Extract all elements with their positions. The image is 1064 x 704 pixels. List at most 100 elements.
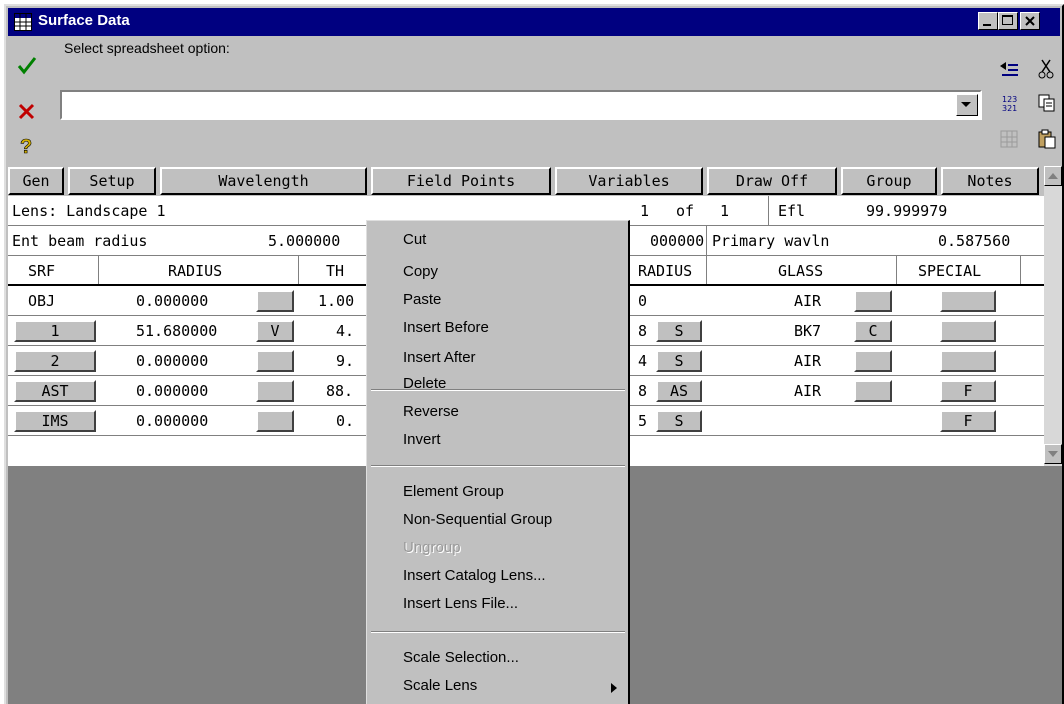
efl-value: 99.999979: [866, 202, 948, 220]
semi-diameter-value[interactable]: 8: [638, 382, 647, 400]
indent-icon[interactable]: [998, 58, 1020, 80]
copy-icon[interactable]: [1036, 92, 1058, 114]
tab-draw-off[interactable]: Draw Off: [707, 167, 837, 195]
sort-icon[interactable]: 123321: [998, 92, 1020, 114]
spreadsheet-option-combo[interactable]: [60, 90, 982, 120]
special-button[interactable]: [940, 350, 996, 372]
grid-disabled-icon: [1000, 130, 1018, 148]
menu-item-scale-selection[interactable]: Scale Selection...: [403, 649, 519, 666]
info-divider: [706, 226, 707, 255]
glass-solve-button[interactable]: C: [854, 320, 892, 342]
menu-item-insert-before[interactable]: Insert Before: [403, 319, 489, 336]
menu-item-insert-lens-file[interactable]: Insert Lens File...: [403, 595, 518, 612]
tab-wavelength[interactable]: Wavelength: [160, 167, 367, 195]
paste-icon[interactable]: [1036, 128, 1058, 150]
menu-item-scale-lens[interactable]: Scale Lens: [403, 677, 477, 694]
surface-button[interactable]: AST: [14, 380, 96, 402]
thickness-value[interactable]: 0.: [336, 412, 354, 430]
svg-text:123: 123: [1002, 95, 1017, 104]
tab-gen[interactable]: Gen: [8, 167, 64, 195]
semi-diameter-solve-button[interactable]: S: [656, 350, 702, 372]
special-button[interactable]: [940, 290, 996, 312]
menu-item-reverse[interactable]: Reverse: [403, 403, 459, 420]
glass-solve-button[interactable]: [854, 350, 892, 372]
tab-group[interactable]: Group: [841, 167, 937, 195]
semi-diameter-solve-button[interactable]: AS: [656, 380, 702, 402]
menu-separator: [371, 631, 625, 633]
radius-solve-button[interactable]: V: [256, 320, 294, 342]
thickness-value[interactable]: 1.00: [318, 292, 354, 310]
surface-button[interactable]: IMS: [14, 410, 96, 432]
thickness-value[interactable]: 4.: [336, 322, 354, 340]
semi-diameter-solve-button[interactable]: S: [656, 320, 702, 342]
semi-diameter-value[interactable]: 4: [638, 352, 647, 370]
thickness-value[interactable]: 9.: [336, 352, 354, 370]
combo-dropdown-button[interactable]: [956, 94, 978, 116]
surface-button[interactable]: 2: [14, 350, 96, 372]
glass-solve-button[interactable]: [854, 380, 892, 402]
radius-value[interactable]: 51.680000: [136, 322, 217, 340]
thickness-value[interactable]: 88.: [326, 382, 353, 400]
surface-button[interactable]: 1: [14, 320, 96, 342]
maximize-icon: [1002, 15, 1013, 25]
semi-diameter-solve-button[interactable]: S: [656, 410, 702, 432]
minimize-button[interactable]: [978, 12, 998, 30]
minimize-icon: [983, 24, 991, 26]
tab-notes[interactable]: Notes: [941, 167, 1039, 195]
tab-setup[interactable]: Setup: [68, 167, 156, 195]
semi-diameter-value[interactable]: 8: [638, 322, 647, 340]
radius-value[interactable]: 0.000000: [136, 382, 208, 400]
lens-title: Lens: Landscape 1: [12, 202, 166, 220]
glass-value[interactable]: BK7: [794, 322, 821, 340]
chevron-down-icon: [961, 102, 971, 107]
semi-diameter-value[interactable]: 5: [638, 412, 647, 430]
menu-separator: [371, 389, 625, 391]
special-button[interactable]: F: [940, 410, 996, 432]
help-icon[interactable]: ?: [16, 134, 38, 156]
field-value: 000000: [650, 232, 705, 250]
col-divider: [298, 256, 299, 284]
special-button[interactable]: [940, 320, 996, 342]
menu-item-insert-after[interactable]: Insert After: [403, 349, 476, 366]
ent-beam-value: 5.000000: [268, 232, 341, 250]
glass-solve-button[interactable]: [854, 290, 892, 312]
vertical-scrollbar[interactable]: [1044, 166, 1062, 466]
radius-value[interactable]: 0.000000: [136, 292, 208, 310]
col-divider: [706, 256, 707, 284]
col-srf: SRF: [28, 262, 56, 280]
menu-item-cut[interactable]: Cut: [403, 231, 426, 248]
surface-id[interactable]: OBJ: [28, 292, 55, 310]
primary-wavelength-value: 0.587560: [938, 232, 1011, 250]
radius-value[interactable]: 0.000000: [136, 352, 208, 370]
glass-value[interactable]: AIR: [794, 292, 821, 310]
menu-item-insert-catalog-lens[interactable]: Insert Catalog Lens...: [403, 567, 546, 584]
glass-value[interactable]: AIR: [794, 352, 821, 370]
cancel-icon[interactable]: [16, 100, 38, 122]
menu-item-paste[interactable]: Paste: [403, 291, 441, 308]
menu-separator: [371, 465, 625, 467]
radius-solve-button[interactable]: [256, 410, 294, 432]
config-number: 1: [640, 202, 650, 220]
scroll-up-button[interactable]: [1044, 166, 1062, 186]
tab-field-points[interactable]: Field Points: [371, 167, 551, 195]
col-special: SPECIAL: [918, 262, 982, 280]
menu-item-element-group[interactable]: Element Group: [403, 483, 504, 500]
title-bar[interactable]: Surface Data: [8, 8, 1060, 36]
menu-item-non-sequential-group[interactable]: Non-Sequential Group: [403, 511, 552, 528]
glass-value[interactable]: AIR: [794, 382, 821, 400]
scroll-down-button[interactable]: [1044, 444, 1062, 464]
tab-variables[interactable]: Variables: [555, 167, 703, 195]
col-divider: [896, 256, 897, 284]
menu-item-copy[interactable]: Copy: [403, 263, 438, 280]
menu-item-invert[interactable]: Invert: [403, 431, 441, 448]
scissors-icon[interactable]: [1036, 58, 1058, 80]
checkmark-icon[interactable]: [16, 54, 38, 76]
special-button[interactable]: F: [940, 380, 996, 402]
radius-value[interactable]: 0.000000: [136, 412, 208, 430]
radius-solve-button[interactable]: [256, 290, 294, 312]
semi-diameter-value[interactable]: 0: [638, 292, 647, 310]
close-button[interactable]: [1020, 12, 1040, 30]
maximize-button[interactable]: [998, 12, 1018, 30]
radius-solve-button[interactable]: [256, 350, 294, 372]
radius-solve-button[interactable]: [256, 380, 294, 402]
